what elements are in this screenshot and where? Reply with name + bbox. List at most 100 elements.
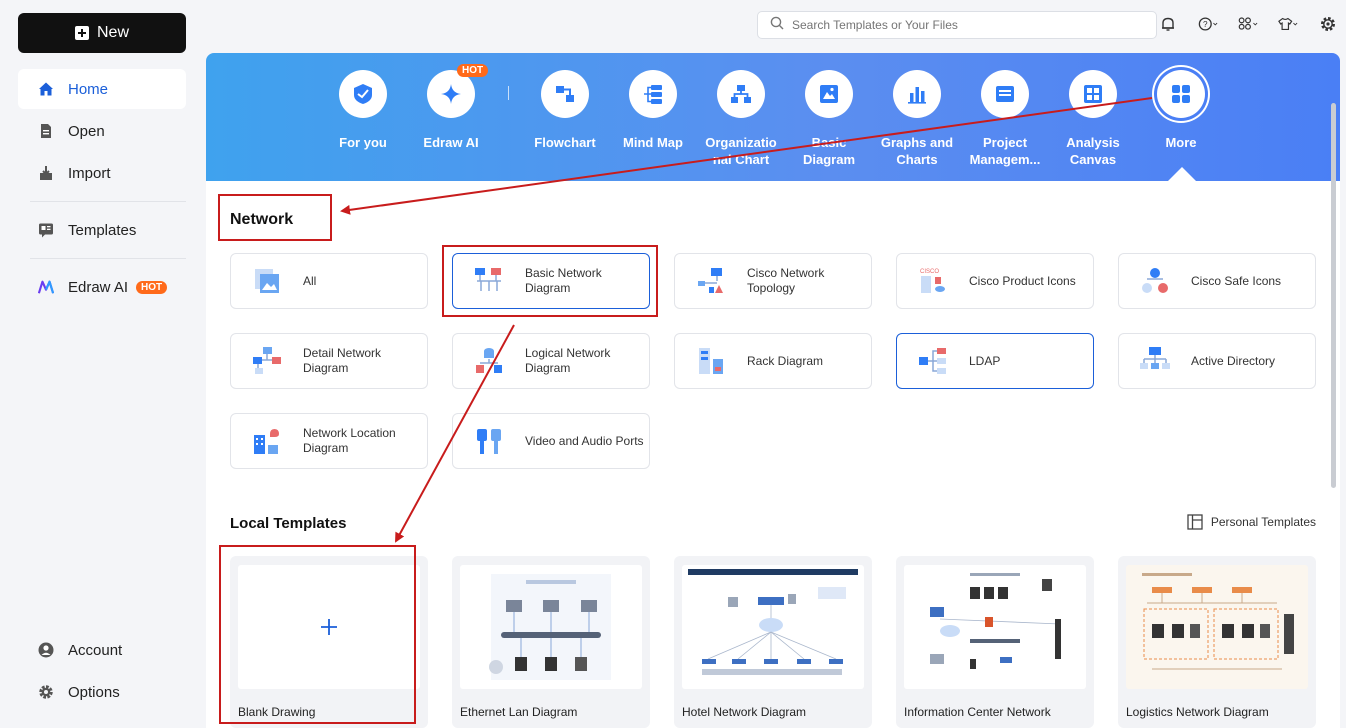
template-thumbnail	[904, 565, 1086, 689]
template-thumbnail	[460, 565, 642, 689]
network-card-cisco-safe-icons[interactable]: Cisco Safe Icons	[1118, 253, 1316, 309]
sidebar-item-open[interactable]: Open	[18, 111, 186, 151]
category-more[interactable]: More	[1141, 70, 1221, 168]
ldap-icon	[919, 348, 946, 374]
template-thumbnail	[1126, 565, 1308, 689]
network-card-network-location-diagram[interactable]: Network Location Diagram	[230, 413, 428, 469]
sidebar-item-label: Open	[68, 122, 105, 140]
card-label: Cisco Product Icons	[969, 273, 1076, 288]
bell-icon[interactable]	[1158, 14, 1178, 34]
hot-badge: HOT	[457, 64, 489, 77]
top-toolbar: ?	[1158, 14, 1338, 34]
network-card-cisco-network-topology[interactable]: Cisco Network Topology	[674, 253, 872, 309]
plus-icon	[321, 619, 337, 635]
template-name: Ethernet Lan Diagram	[460, 705, 578, 719]
more-apps-icon	[1157, 70, 1205, 118]
settings-gear-icon[interactable]	[1318, 14, 1338, 34]
template-ethernet-lan-diagram[interactable]: Ethernet Lan Diagram	[452, 556, 650, 728]
category-edraw-ai[interactable]: HOT Edraw AI	[411, 64, 491, 168]
category-label: Graphs and Charts	[880, 135, 954, 167]
logical-network-icon	[476, 348, 502, 373]
sidebar-item-label: Home	[68, 80, 109, 98]
sidebar-item-edraw-ai[interactable]: Edraw AI HOT	[18, 267, 186, 307]
vertical-scrollbar[interactable]	[1331, 103, 1336, 488]
import-icon	[38, 165, 54, 181]
template-thumbnail	[238, 565, 420, 689]
user-icon	[38, 642, 54, 658]
divider	[30, 258, 186, 259]
card-label: All	[303, 273, 317, 288]
edraw-ai-logo-icon	[38, 279, 54, 295]
sidebar-item-import[interactable]: Import	[18, 153, 186, 193]
category-graphs-and-charts[interactable]: Graphs and Charts	[877, 70, 957, 168]
new-button[interactable]: New	[18, 13, 186, 53]
search-box[interactable]	[757, 11, 1157, 39]
sidebar-item-label: Templates	[68, 221, 137, 239]
network-card-basic-network-diagram[interactable]: Basic Network Diagram	[452, 253, 650, 309]
help-icon[interactable]: ?	[1198, 14, 1218, 34]
card-label: Rack Diagram	[747, 353, 824, 368]
search-input[interactable]	[792, 18, 1132, 32]
home-icon	[38, 81, 54, 97]
sidebar-item-label: Edraw AI	[68, 278, 129, 296]
network-card-detail-network-diagram[interactable]: Detail Network Diagram	[230, 333, 428, 389]
category-basic-diagram[interactable]: Basic Diagram	[789, 70, 869, 168]
card-label: Basic Network Diagram	[525, 266, 602, 295]
hotel-network-preview	[688, 569, 858, 675]
network-card-active-directory[interactable]: Active Directory	[1118, 333, 1316, 389]
network-card-logical-network-diagram[interactable]: Logical Network Diagram	[452, 333, 650, 389]
card-label: Video and Audio Ports	[525, 433, 644, 448]
sidebar-item-templates[interactable]: Templates	[18, 210, 186, 250]
network-card-rack-diagram[interactable]: Rack Diagram	[674, 333, 872, 389]
network-card-video-and-audio-ports[interactable]: Video and Audio Ports	[452, 413, 650, 469]
rack-icon	[699, 348, 723, 374]
active-directory-icon	[1140, 347, 1170, 369]
category-mind-map[interactable]: Mind Map	[613, 70, 693, 168]
card-label: Cisco Network Topology	[747, 266, 825, 295]
templates-icon	[38, 222, 54, 238]
template-information-center-network[interactable]: Information Center Network	[896, 556, 1094, 728]
sidebar-item-label: Options	[68, 683, 120, 701]
category-label: Flowchart	[534, 135, 596, 150]
for-you-icon	[339, 70, 387, 118]
mind-map-icon	[629, 70, 677, 118]
shirt-theme-icon[interactable]	[1278, 14, 1298, 34]
network-card-all[interactable]: All	[230, 253, 428, 309]
search-icon	[770, 16, 784, 35]
category-label: For you	[339, 135, 387, 150]
template-hotel-network-diagram[interactable]: Hotel Network Diagram	[674, 556, 872, 728]
layout-panel-icon	[1187, 514, 1203, 530]
cisco-product-icon: CISCO	[920, 269, 945, 293]
category-project-management[interactable]: Project Managem...	[965, 70, 1045, 168]
category-label: More	[1165, 135, 1197, 150]
personal-templates-link[interactable]: Personal Templates	[1187, 514, 1316, 530]
sidebar-item-account[interactable]: Account	[18, 630, 186, 670]
template-name: Hotel Network Diagram	[682, 705, 807, 719]
card-label: Cisco Safe Icons	[1191, 273, 1282, 288]
category-analysis-canvas[interactable]: Analysis Canvas	[1053, 70, 1133, 168]
template-logistics-network-diagram[interactable]: Logistics Network Diagram	[1118, 556, 1316, 728]
network-card-ldap[interactable]: LDAP	[896, 333, 1094, 389]
template-blank-drawing[interactable]: Blank Drawing	[230, 556, 428, 728]
sidebar-item-label: Account	[68, 641, 123, 659]
divider	[30, 201, 186, 202]
category-label: Organizatio nal Chart	[705, 135, 777, 167]
sidebar-item-home[interactable]: Home	[18, 69, 186, 109]
sidebar-item-options[interactable]: Options	[18, 672, 186, 712]
location-building-icon	[254, 429, 279, 454]
card-label: Logical Network Diagram	[525, 346, 611, 375]
category-banner: For you HOT Edraw AI Flowchart Mind Map …	[206, 53, 1340, 181]
svg-text:?: ?	[1203, 20, 1208, 29]
category-for-you[interactable]: For you	[323, 70, 403, 168]
template-thumbnail	[682, 565, 864, 689]
new-button-label: New	[96, 24, 129, 41]
ethernet-diagram-preview	[489, 574, 611, 680]
main-panel: For you HOT Edraw AI Flowchart Mind Map …	[206, 53, 1340, 728]
ports-connector-icon	[477, 429, 501, 454]
network-card-cisco-product-icons[interactable]: CISCO Cisco Product Icons	[896, 253, 1094, 309]
category-flowchart[interactable]: Flowchart	[525, 70, 605, 168]
category-organizational-chart[interactable]: Organizatio nal Chart	[701, 70, 781, 168]
plus-icon	[74, 26, 89, 40]
gallery-icon	[255, 269, 279, 293]
apps-grid-icon[interactable]	[1238, 14, 1258, 34]
